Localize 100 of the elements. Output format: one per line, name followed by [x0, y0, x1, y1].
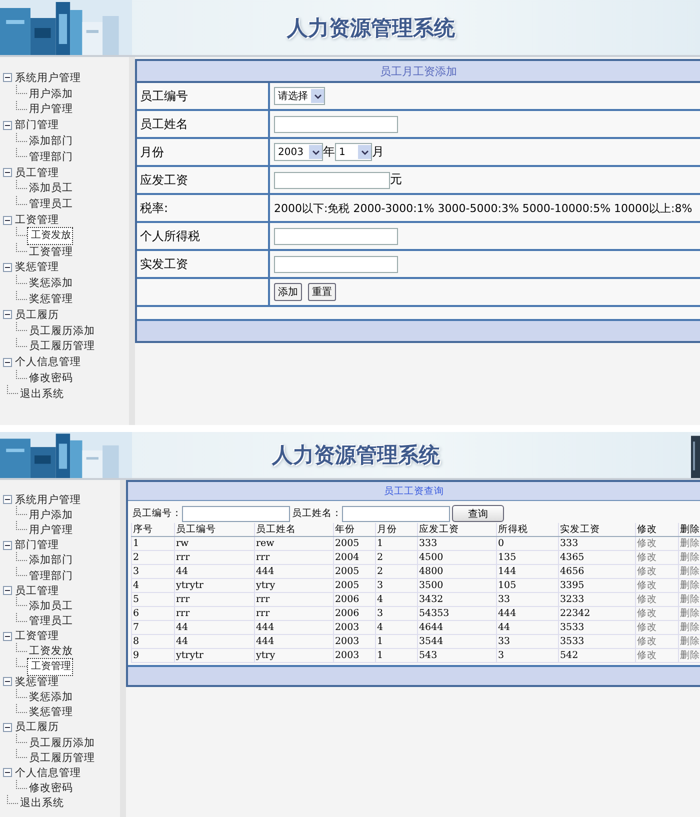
- table-cell: 54353: [418, 606, 496, 620]
- collapse-icon[interactable]: [3, 632, 12, 641]
- collapse-icon[interactable]: [3, 262, 12, 272]
- table-cell: 9: [132, 648, 174, 662]
- action-link[interactable]: 删除: [678, 634, 700, 648]
- action-link[interactable]: 删除: [678, 620, 700, 634]
- tree-item[interactable]: 修改密码: [27, 371, 75, 386]
- tree-item[interactable]: 添加员工: [27, 181, 75, 196]
- tree-item[interactable]: 员工履历管理: [27, 339, 97, 354]
- tree-item[interactable]: 用户添加: [27, 86, 75, 101]
- tree-item[interactable]: 员工履历添加: [27, 736, 97, 750]
- tree-node[interactable]: 个人信息管理: [13, 355, 83, 370]
- action-link[interactable]: 删除: [678, 564, 700, 578]
- input-field[interactable]: [274, 116, 398, 132]
- tree-node[interactable]: 工资管理: [13, 629, 61, 644]
- tree-item[interactable]: 奖惩管理: [27, 705, 75, 720]
- form-button[interactable]: 添加: [274, 283, 302, 301]
- tree-node[interactable]: 退出系统: [18, 386, 66, 401]
- tree-item[interactable]: 工资发放: [27, 644, 75, 658]
- tree-item[interactable]: 修改密码: [27, 781, 75, 796]
- tree-node[interactable]: 奖惩管理: [13, 260, 61, 274]
- tree-node[interactable]: 个人信息管理: [13, 766, 83, 780]
- collapse-icon[interactable]: [3, 586, 12, 596]
- action-link[interactable]: 修改: [636, 564, 678, 578]
- tree-node[interactable]: 部门管理: [13, 538, 61, 552]
- table-cell: 3: [132, 564, 174, 578]
- collapse-icon[interactable]: [3, 768, 12, 778]
- tree-item[interactable]: 管理员工: [27, 197, 75, 212]
- tree-item[interactable]: 管理员工: [27, 614, 75, 628]
- field-label: 实发工资: [140, 256, 188, 270]
- action-link[interactable]: 修改: [636, 592, 678, 606]
- tree-item[interactable]: 工资管理: [27, 244, 75, 259]
- tree-item[interactable]: 添加部门: [27, 134, 75, 148]
- tree-item[interactable]: 用户管理: [27, 102, 75, 116]
- select-field[interactable]: 请选择: [274, 87, 325, 105]
- table-cell: 33: [496, 592, 558, 606]
- collapse-icon[interactable]: [3, 216, 12, 225]
- collapse-icon[interactable]: [3, 310, 12, 320]
- collapse-icon[interactable]: [3, 722, 12, 732]
- tree-item[interactable]: 管理部门: [27, 568, 75, 583]
- input-field[interactable]: [274, 172, 390, 189]
- action-link[interactable]: 修改: [636, 648, 678, 662]
- collapse-icon[interactable]: [3, 677, 12, 686]
- input-field[interactable]: [182, 506, 290, 522]
- action-link[interactable]: 删除: [678, 550, 700, 564]
- collapse-icon[interactable]: [3, 540, 12, 550]
- tree-item[interactable]: 奖惩添加: [27, 276, 75, 290]
- action-link[interactable]: 删除: [678, 578, 700, 592]
- tree-item[interactable]: 工资发放: [27, 226, 73, 245]
- column-header: 应发工资: [418, 523, 496, 536]
- tree-node[interactable]: 部门管理: [13, 118, 61, 132]
- action-link[interactable]: 修改: [636, 578, 678, 592]
- panel-title[interactable]: 员工工资查询: [384, 484, 444, 498]
- collapse-icon[interactable]: [3, 120, 12, 130]
- action-link[interactable]: 修改: [636, 536, 678, 550]
- tree-item[interactable]: 员工履历添加: [27, 324, 97, 338]
- tree-item[interactable]: 用户管理: [27, 522, 75, 537]
- collapse-icon[interactable]: [3, 73, 12, 82]
- tree-node[interactable]: 员工管理: [13, 166, 61, 180]
- app-title: 人力资源管理系统: [272, 441, 440, 469]
- tree-item[interactable]: 奖惩添加: [27, 690, 75, 704]
- tree-node[interactable]: 奖惩管理: [13, 674, 61, 689]
- select-field[interactable]: 2003: [274, 143, 323, 161]
- unit-label: 年: [323, 144, 335, 158]
- tree-node[interactable]: 员工管理: [13, 584, 61, 598]
- input-field[interactable]: [274, 228, 398, 244]
- action-link[interactable]: 删除: [678, 536, 700, 550]
- tree-node[interactable]: 工资管理: [13, 213, 61, 228]
- collapse-icon[interactable]: [3, 358, 12, 367]
- table-cell: 543: [418, 648, 496, 662]
- action-link[interactable]: 删除: [678, 592, 700, 606]
- table-cell: rew: [254, 536, 334, 550]
- action-link[interactable]: 删除: [678, 606, 700, 620]
- tree-item[interactable]: 奖惩管理: [27, 292, 75, 306]
- tree-item[interactable]: 员工履历管理: [27, 750, 97, 765]
- action-link[interactable]: 修改: [636, 634, 678, 648]
- tree-node[interactable]: 系统用户管理: [13, 492, 83, 507]
- tree-item[interactable]: 管理部门: [27, 150, 75, 164]
- input-field[interactable]: [274, 256, 398, 272]
- action-link[interactable]: 修改: [636, 606, 678, 620]
- form-button[interactable]: 重置: [308, 283, 336, 301]
- tree-node[interactable]: 员工履历: [13, 720, 61, 734]
- tree-node[interactable]: 退出系统: [18, 796, 66, 810]
- action-link[interactable]: 修改: [636, 550, 678, 564]
- tree-item[interactable]: 工资管理: [27, 658, 73, 676]
- column-header: 月份: [376, 523, 418, 536]
- tree-item[interactable]: 添加部门: [27, 553, 75, 568]
- tree-item[interactable]: 添加员工: [27, 598, 75, 613]
- tree-node[interactable]: 系统用户管理: [13, 70, 83, 85]
- collapse-icon[interactable]: [3, 168, 12, 178]
- input-field[interactable]: [342, 506, 450, 522]
- collapse-icon[interactable]: [3, 495, 12, 504]
- action-link[interactable]: 删除: [678, 648, 700, 662]
- table-cell: 2003: [334, 620, 376, 634]
- action-link[interactable]: 修改: [636, 620, 678, 634]
- search-button[interactable]: 查询: [452, 505, 504, 522]
- table-cell: 3500: [418, 578, 496, 592]
- tree-item[interactable]: 用户添加: [27, 508, 75, 522]
- tree-node[interactable]: 员工履历: [13, 308, 61, 322]
- select-field[interactable]: 1: [335, 143, 372, 161]
